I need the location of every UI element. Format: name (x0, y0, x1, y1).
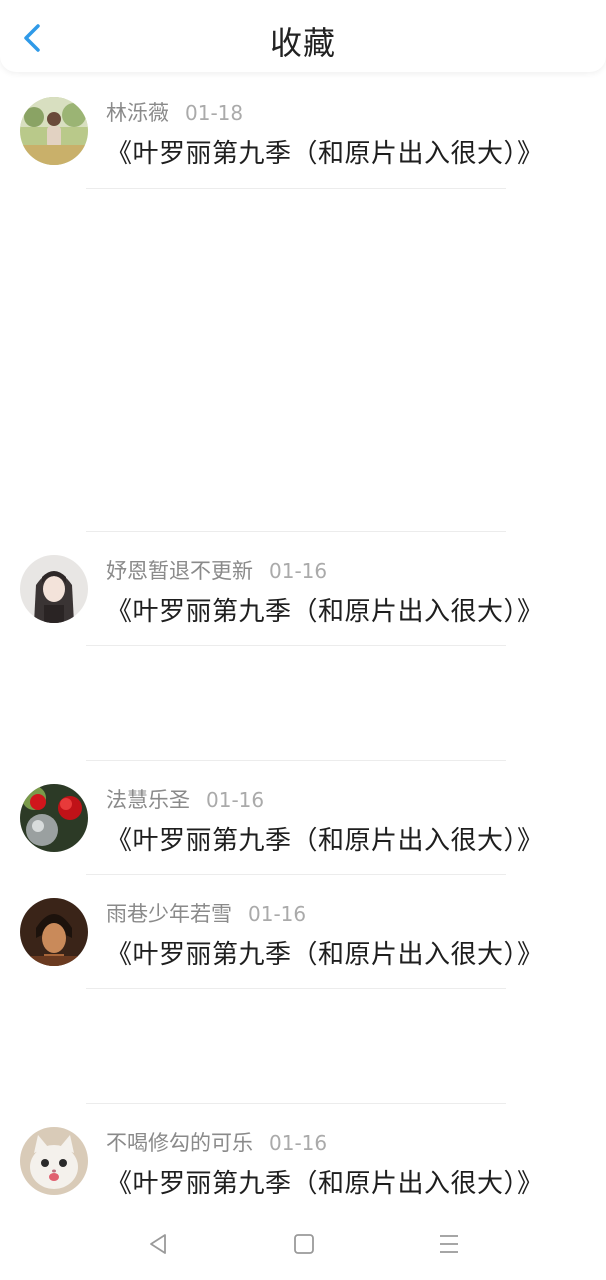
divider (86, 1103, 506, 1104)
date: 01-18 (185, 101, 244, 125)
favorite-item[interactable]: 妤恩暂退不更新 01-16 《叶罗丽第九季（和原片出入很大）》 (0, 555, 606, 635)
system-nav-bar (0, 1208, 606, 1280)
favorites-page: 收藏 林泺薇 01-18 《叶罗丽第九季（和原片出入很大）》 妤恩暂退不更新 0… (0, 0, 606, 1280)
item-meta: 不喝修勾的可乐 01-16 (106, 1127, 327, 1157)
divider (86, 645, 506, 646)
avatar-image (20, 784, 88, 852)
top-bar: 收藏 (0, 0, 606, 72)
avatar-image (20, 898, 88, 966)
triangle-back-icon (150, 1234, 166, 1254)
item-meta: 妤恩暂退不更新 01-16 (106, 555, 327, 585)
date: 01-16 (248, 902, 307, 926)
divider (86, 760, 506, 761)
divider (86, 188, 506, 189)
favorite-item[interactable]: 法慧乐圣 01-16 《叶罗丽第九季（和原片出入很大）》 (0, 784, 606, 864)
date: 01-16 (269, 1131, 328, 1155)
favorite-item[interactable]: 不喝修勾的可乐 01-16 《叶罗丽第九季（和原片出入很大）》 (0, 1127, 606, 1207)
avatar[interactable] (20, 1127, 88, 1195)
username[interactable]: 不喝修勾的可乐 (106, 1127, 253, 1157)
username[interactable]: 雨巷少年若雪 (106, 898, 232, 928)
menu-lines-icon (440, 1235, 458, 1253)
item-title[interactable]: 《叶罗丽第九季（和原片出入很大）》 (106, 820, 544, 857)
avatar-image (20, 97, 88, 165)
username[interactable]: 法慧乐圣 (106, 784, 190, 814)
username[interactable]: 林泺薇 (106, 97, 169, 127)
item-title[interactable]: 《叶罗丽第九季（和原片出入很大）》 (106, 1163, 544, 1200)
avatar[interactable] (20, 555, 88, 623)
avatar-image (20, 555, 88, 623)
nav-home-button[interactable] (286, 1226, 322, 1262)
date: 01-16 (269, 559, 328, 583)
avatar[interactable] (20, 784, 88, 852)
nav-back-button[interactable] (140, 1226, 176, 1262)
nav-menu-button[interactable] (431, 1226, 467, 1262)
divider (86, 988, 506, 989)
page-title: 收藏 (269, 24, 336, 62)
item-meta: 雨巷少年若雪 01-16 (106, 898, 306, 928)
avatar-image (20, 1127, 88, 1195)
divider (86, 531, 506, 532)
item-meta: 法慧乐圣 01-16 (106, 784, 264, 814)
square-home-icon (294, 1234, 314, 1254)
favorite-item[interactable]: 雨巷少年若雪 01-16 《叶罗丽第九季（和原片出入很大）》 (0, 898, 606, 978)
divider (86, 874, 506, 875)
item-title[interactable]: 《叶罗丽第九季（和原片出入很大）》 (106, 934, 544, 971)
avatar[interactable] (20, 898, 88, 966)
item-title[interactable]: 《叶罗丽第九季（和原片出入很大）》 (106, 133, 544, 170)
username[interactable]: 妤恩暂退不更新 (106, 555, 253, 585)
item-meta: 林泺薇 01-18 (106, 97, 243, 127)
favorite-item[interactable]: 林泺薇 01-18 《叶罗丽第九季（和原片出入很大）》 (0, 97, 606, 177)
date: 01-16 (206, 788, 265, 812)
item-title[interactable]: 《叶罗丽第九季（和原片出入很大）》 (106, 591, 544, 628)
avatar[interactable] (20, 97, 88, 165)
